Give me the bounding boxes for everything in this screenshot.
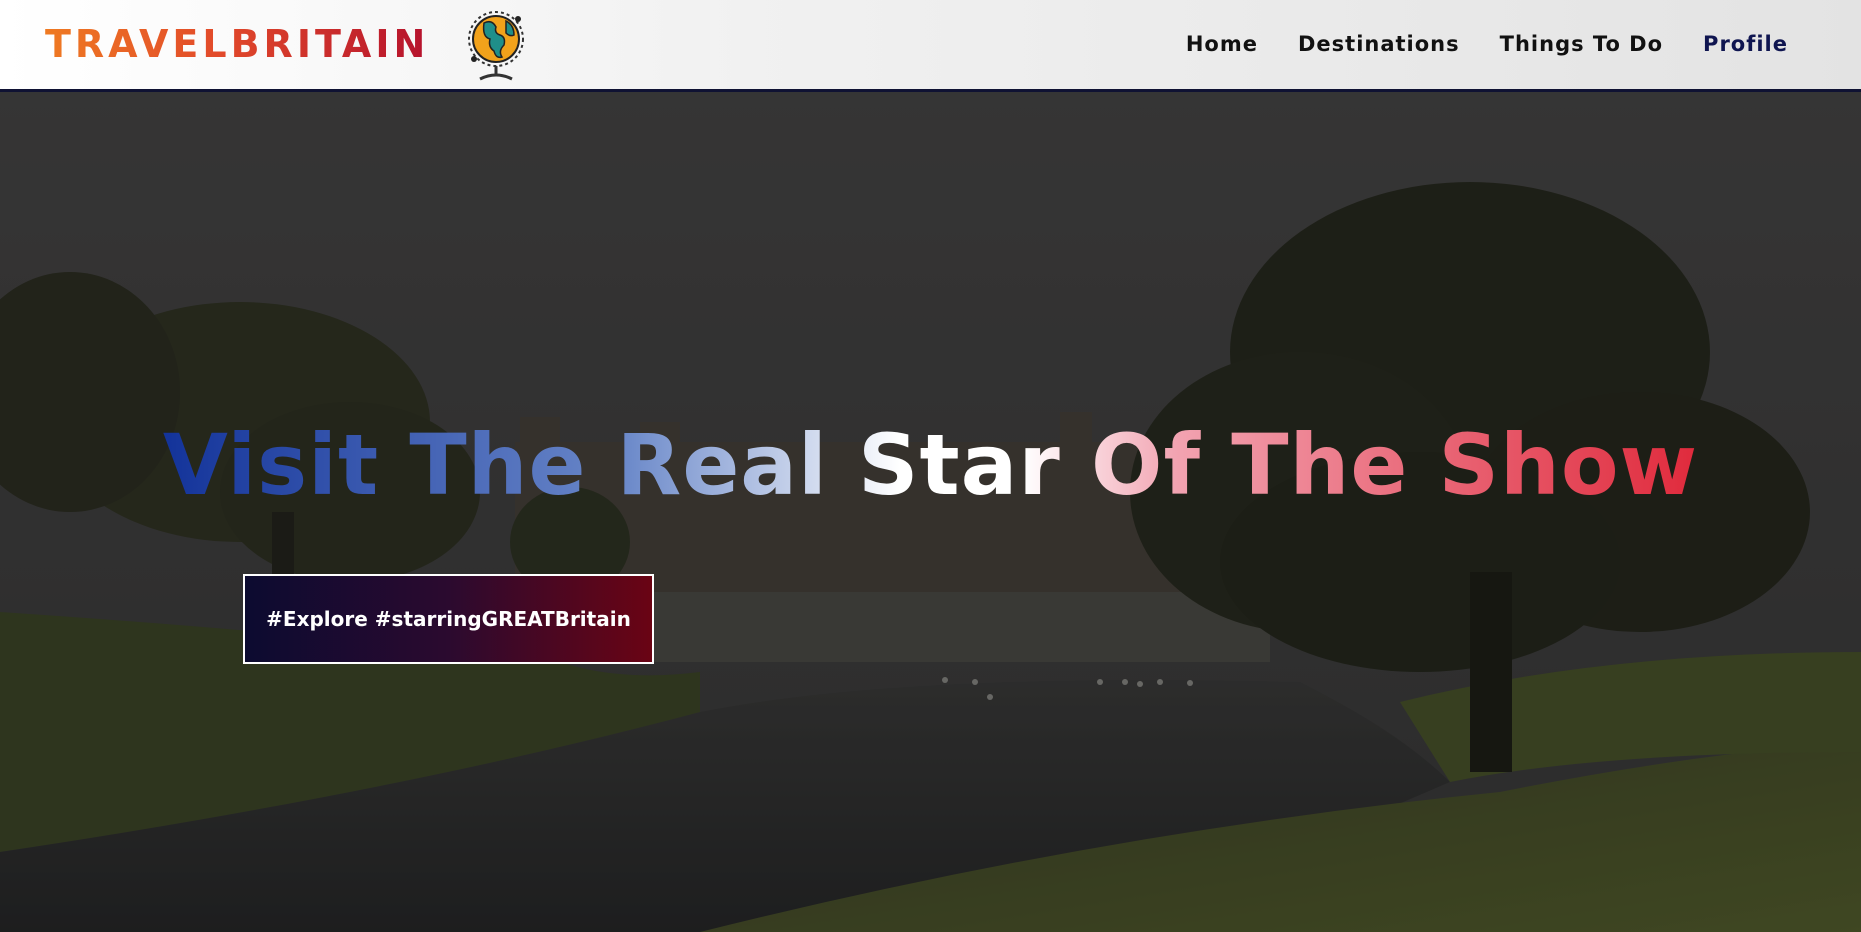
brand-logo-text[interactable]: TRAVELBRITAIN [45, 20, 429, 68]
globe-icon[interactable] [466, 5, 532, 83]
explore-button[interactable]: #Explore #starringGREATBritain [243, 574, 654, 664]
nav-link-profile[interactable]: Profile [1703, 28, 1788, 60]
nav-link-home[interactable]: Home [1186, 28, 1258, 60]
hero-headline-text: Visit The Real Star Of The Show [163, 410, 1698, 520]
nav-link-things-to-do[interactable]: Things To Do [1500, 28, 1663, 60]
hero-headline: Visit The Real Star Of The Show [0, 410, 1861, 520]
main-nav: Home Destinations Things To Do Profile [1186, 28, 1788, 60]
navbar: TRAVELBRITAIN Home Destinations Things T… [0, 0, 1861, 92]
nav-link-destinations[interactable]: Destinations [1298, 28, 1460, 60]
hero-section: Visit The Real Star Of The Show #Explore… [0, 92, 1861, 932]
